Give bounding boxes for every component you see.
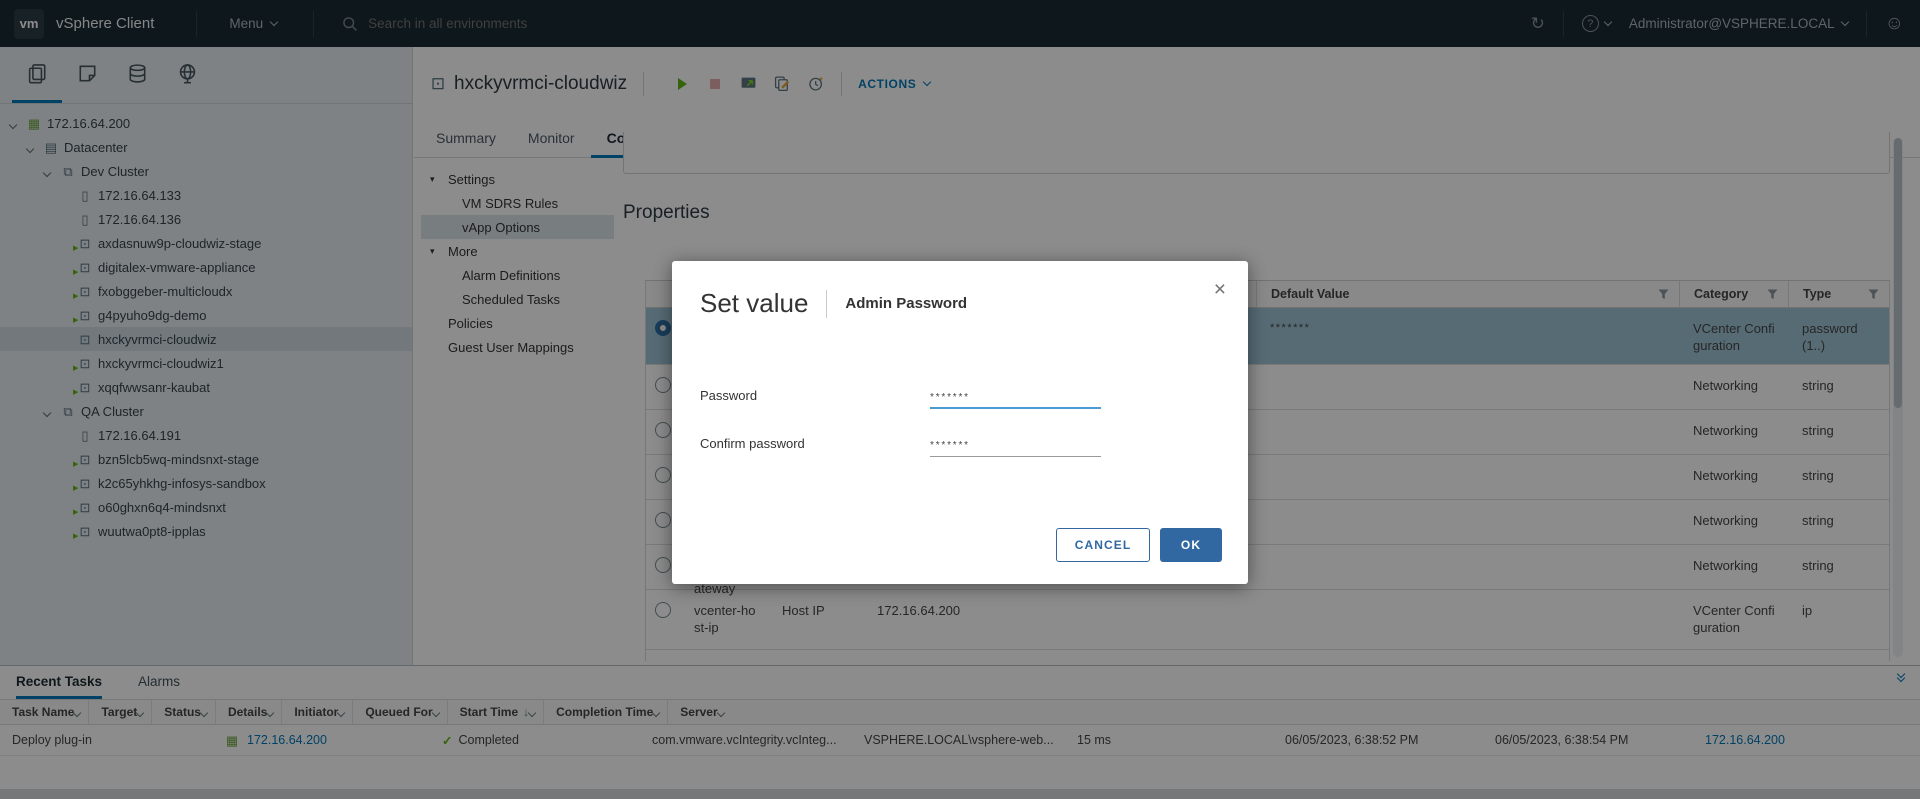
field-label: Password (700, 388, 930, 409)
password-input[interactable]: ******* (930, 392, 1101, 409)
form-field-row: Password ******* (700, 377, 1220, 409)
form-field-row: Confirm password ******* (700, 425, 1220, 457)
divider (826, 290, 827, 318)
dialog-title: Set value (700, 288, 808, 319)
cancel-button[interactable]: CANCEL (1056, 528, 1150, 562)
dialog-form: Password ******* Confirm password ******… (700, 377, 1220, 473)
set-value-dialog: Set value Admin Password × Password ****… (672, 261, 1248, 584)
ok-button[interactable]: OK (1160, 528, 1222, 562)
field-label: Confirm password (700, 436, 930, 457)
dialog-subtitle: Admin Password (845, 295, 967, 312)
password-input[interactable]: ******* (930, 440, 1101, 457)
close-icon[interactable]: × (1214, 279, 1226, 300)
